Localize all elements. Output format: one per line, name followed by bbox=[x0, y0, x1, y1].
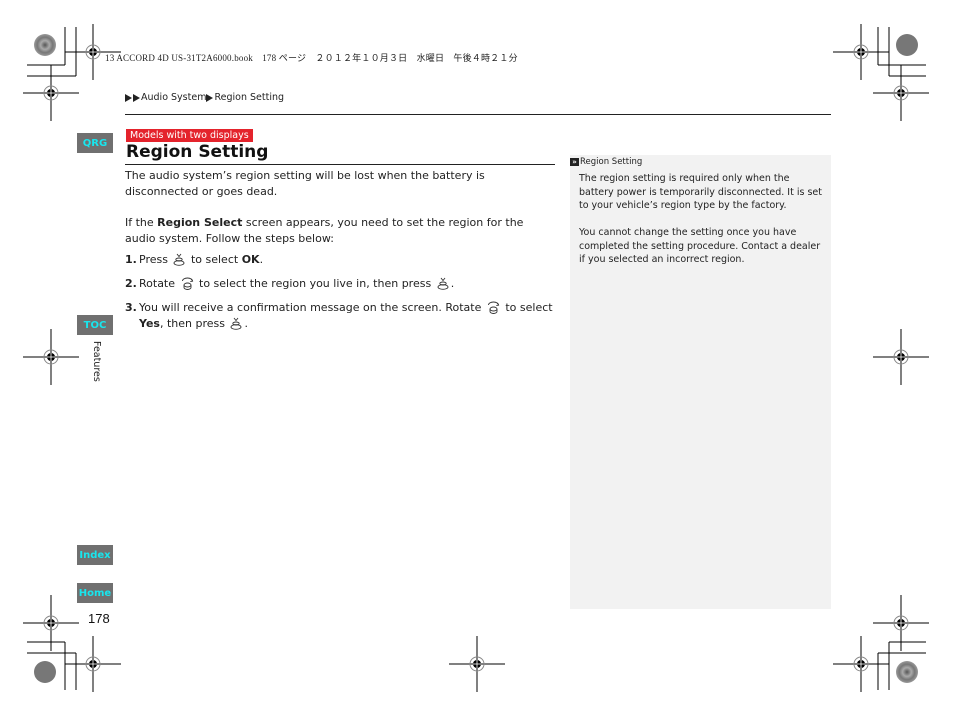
double-chevron-icon: » bbox=[570, 158, 579, 166]
crop-mark-top-left bbox=[22, 23, 122, 122]
note-paragraph: You cannot change the setting once you h… bbox=[579, 227, 821, 265]
press-knob-icon bbox=[231, 317, 242, 330]
note-heading[interactable]: » Region Setting bbox=[570, 157, 642, 167]
rotate-knob-icon bbox=[181, 277, 193, 290]
crop-mark-bottom-right bbox=[832, 594, 930, 693]
registration-mark-right bbox=[872, 328, 930, 386]
registration-mark-bottom bbox=[448, 635, 506, 693]
crop-mark-top-right bbox=[832, 23, 930, 122]
crop-mark-bottom-left bbox=[22, 594, 122, 693]
breadcrumb-item-audio-system[interactable]: Audio System bbox=[141, 92, 206, 103]
section-label: Features bbox=[91, 341, 102, 382]
sidebar-note: » Region Setting The region setting is r… bbox=[570, 155, 831, 609]
step-item: 1. Press to select OK. bbox=[125, 253, 264, 266]
region-select-term: Region Select bbox=[157, 216, 243, 229]
printer-slug: 13 ACCORD 4D US-31T2A6000.book 178 ページ ２… bbox=[105, 53, 518, 63]
press-knob-icon bbox=[437, 277, 449, 290]
rotate-knob-icon bbox=[487, 301, 500, 314]
model-badge: Models with two displays bbox=[126, 129, 253, 142]
header-divider bbox=[125, 114, 831, 115]
nav-tab-toc[interactable]: TOC bbox=[77, 315, 113, 335]
press-knob-icon bbox=[174, 253, 185, 266]
nav-tab-home[interactable]: Home bbox=[77, 583, 113, 603]
steps-list: 1. Press to select OK. 2. Rotate to sele… bbox=[125, 252, 557, 340]
instructions-paragraph: If the Region Select screen appears, you… bbox=[125, 216, 524, 245]
page-number: 178 bbox=[88, 611, 110, 626]
page-title: Region Setting bbox=[126, 142, 269, 162]
breadcrumb: Audio System Region Setting bbox=[125, 92, 284, 103]
title-divider bbox=[125, 164, 555, 165]
nav-tab-qrg[interactable]: QRG bbox=[77, 133, 113, 153]
note-paragraph: The region setting is required only when… bbox=[579, 173, 822, 211]
step-item: 2. Rotate to select the region you live … bbox=[125, 277, 455, 290]
breadcrumb-arrow-icon bbox=[133, 93, 140, 102]
breadcrumb-arrow-icon bbox=[206, 93, 214, 102]
nav-tab-index[interactable]: Index bbox=[77, 545, 113, 565]
breadcrumb-item-region-setting: Region Setting bbox=[214, 92, 285, 103]
note-body: The region setting is required only when… bbox=[579, 172, 825, 280]
intro-paragraph: The audio system’s region setting will b… bbox=[125, 169, 485, 198]
registration-mark-left bbox=[22, 328, 80, 386]
breadcrumb-arrow-icon bbox=[125, 93, 132, 102]
step-item: 3. You will receive a confirmation messa… bbox=[125, 301, 553, 330]
